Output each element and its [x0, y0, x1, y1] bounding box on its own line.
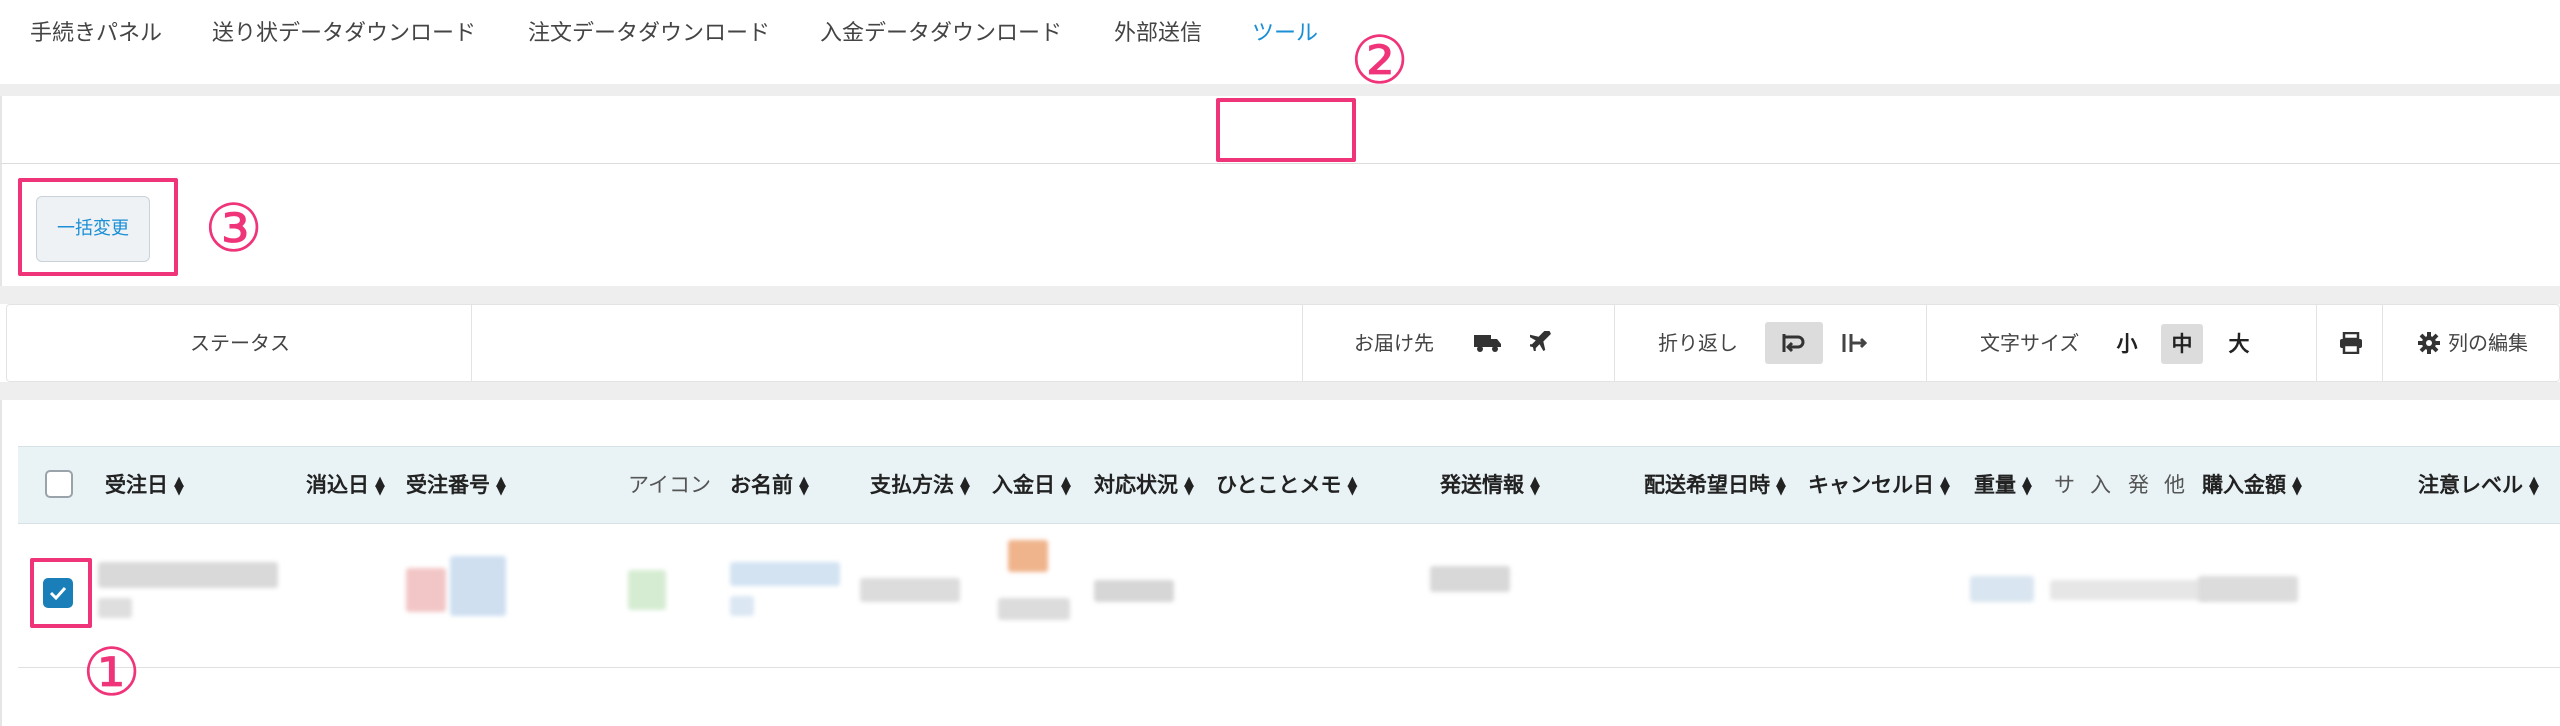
- redacted-cell: [998, 598, 1070, 620]
- print-icon[interactable]: [2330, 304, 2372, 382]
- filter-divider: [471, 304, 472, 382]
- column-header: アイコン: [628, 473, 711, 497]
- column-header[interactable]: お名前 ▲ ▼: [730, 446, 809, 524]
- top-divider: [0, 84, 2560, 96]
- redacted-cell: [2198, 576, 2298, 602]
- font-size-medium[interactable]: 中: [2161, 324, 2203, 364]
- status-filter[interactable]: ステータス: [190, 304, 290, 382]
- gear-icon[interactable]: [2416, 304, 2442, 382]
- redacted-cell: [1970, 576, 2034, 602]
- filter-divider: [2316, 304, 2317, 382]
- redacted-cell: [1008, 540, 1048, 572]
- column-header[interactable]: 対応状況 ▲ ▼: [1094, 446, 1194, 524]
- select-all-checkbox[interactable]: [45, 470, 73, 498]
- sort-icon: ▲ ▼: [1776, 474, 1786, 498]
- font-size-large[interactable]: 大: [2220, 324, 2258, 364]
- sort-icon: ▲ ▼: [1530, 474, 1540, 498]
- column-header: 発: [2128, 473, 2149, 497]
- highlight-row-checkbox: [30, 558, 92, 628]
- column-header[interactable]: 受注番号 ▲ ▼: [406, 446, 506, 524]
- wrap-on-icon[interactable]: [1765, 322, 1823, 364]
- column-header[interactable]: 重量 ▲ ▼: [1974, 446, 2032, 524]
- tab-invoice-download[interactable]: 送り状データダウンロード: [212, 0, 476, 68]
- airplane-icon[interactable]: [1522, 304, 1562, 382]
- truck-icon[interactable]: [1468, 304, 1508, 382]
- annotation-marker-1: ①: [82, 634, 142, 711]
- filter-divider: [2382, 304, 2383, 382]
- redacted-cell: [628, 570, 666, 610]
- filter-divider: [1302, 304, 1303, 382]
- sort-icon: ▲ ▼: [174, 474, 184, 498]
- tab-order-download[interactable]: 注文データダウンロード: [528, 0, 770, 68]
- font-size-label: 文字サイズ: [1980, 331, 2080, 355]
- wrap-label: 折り返し: [1658, 331, 1738, 355]
- column-header[interactable]: 購入金額 ▲ ▼: [2202, 446, 2302, 524]
- column-header: 他: [2164, 473, 2185, 497]
- sort-icon: ▲ ▼: [960, 474, 970, 498]
- tab-external-send[interactable]: 外部送信: [1114, 0, 1202, 68]
- sort-icon: ▲ ▼: [1940, 474, 1950, 498]
- delivery-label: お届け先: [1354, 331, 1434, 355]
- highlight-tools-tab: [1216, 98, 1356, 162]
- sort-icon: ▲ ▼: [799, 474, 809, 498]
- sort-icon: ▲ ▼: [2529, 474, 2539, 498]
- annotation-marker-2: ②: [1350, 22, 1410, 99]
- redacted-cell: [730, 562, 840, 586]
- filter-divider: [1926, 304, 1927, 382]
- column-header[interactable]: キャンセル日 ▲ ▼: [1808, 446, 1950, 524]
- tab-procedure-panel[interactable]: 手続きパネル: [30, 0, 162, 68]
- sort-icon: ▲ ▼: [496, 474, 506, 498]
- redacted-cell: [450, 556, 506, 616]
- annotation-marker-3: ③: [204, 190, 264, 267]
- column-header[interactable]: 注意レベル ▲ ▼: [2418, 446, 2539, 524]
- redacted-cell: [730, 596, 754, 616]
- sort-icon: ▲ ▼: [2292, 474, 2302, 498]
- sort-icon: ▲ ▼: [1347, 474, 1358, 498]
- column-header: 入: [2090, 473, 2111, 497]
- sort-icon: ▲ ▼: [1061, 474, 1071, 498]
- redacted-cell: [2050, 580, 2210, 600]
- section-divider: [0, 382, 2560, 400]
- redacted-cell: [1430, 566, 1510, 592]
- column-header[interactable]: 入金日 ▲ ▼: [992, 446, 1071, 524]
- redacted-cell: [1094, 580, 1174, 602]
- sort-icon: ▲ ▼: [1184, 474, 1194, 498]
- redacted-cell: [98, 598, 132, 618]
- redacted-cell: [860, 578, 960, 602]
- tab-payment-download[interactable]: 入金データダウンロード: [820, 0, 1062, 68]
- wrap-off-icon[interactable]: [1826, 322, 1884, 364]
- sort-icon: ▲ ▼: [2022, 474, 2032, 498]
- edit-columns-button[interactable]: 列の編集: [2448, 304, 2528, 382]
- column-header[interactable]: ひとことメモ ▲ ▼: [1216, 446, 1357, 524]
- column-header[interactable]: 発送情報 ▲ ▼: [1440, 446, 1540, 524]
- tab-tools[interactable]: ツール: [1252, 0, 1318, 68]
- sort-icon: ▲ ▼: [375, 474, 385, 498]
- column-header[interactable]: 支払方法 ▲ ▼: [870, 446, 970, 524]
- tool-panel: [0, 164, 2560, 286]
- column-header: サ: [2054, 473, 2075, 497]
- column-header[interactable]: 消込日 ▲ ▼: [306, 446, 385, 524]
- section-divider: [0, 286, 2560, 304]
- filter-divider: [1614, 304, 1615, 382]
- column-header[interactable]: 受注日 ▲ ▼: [105, 446, 184, 524]
- font-size-small[interactable]: 小: [2108, 324, 2146, 364]
- highlight-bulk-change: [18, 178, 178, 276]
- redacted-cell: [406, 568, 446, 612]
- redacted-cell: [98, 562, 278, 588]
- column-header[interactable]: 配送希望日時 ▲ ▼: [1644, 446, 1786, 524]
